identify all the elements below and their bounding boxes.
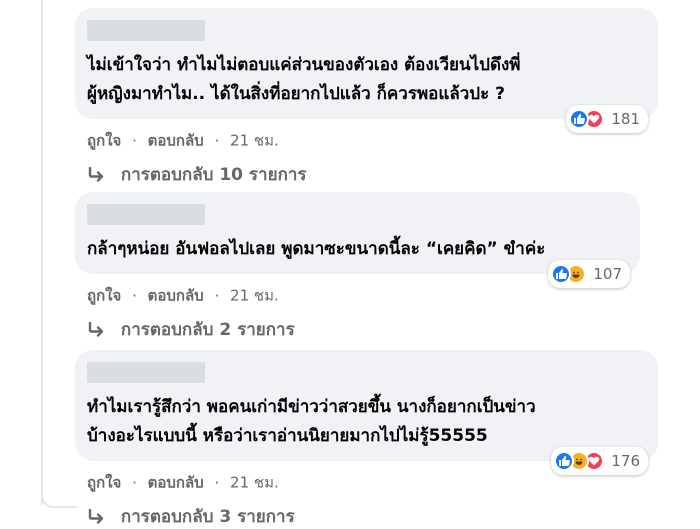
separator: · (214, 473, 220, 492)
view-replies-label: การตอบกลับ 10 รายการ (120, 165, 307, 185)
reaction-summary[interactable]: 107 (548, 260, 630, 288)
author-name-redacted[interactable] (87, 20, 205, 41)
comment-bubble: ทำไมเรารู้สึกว่า พอคนเก่ามีข่าวว่าสวยขึ้… (75, 350, 658, 475)
reply-arrow-icon (88, 322, 104, 337)
comment-3: ทำไมเรารู้สึกว่า พอคนเก่ามีข่าวว่าสวยขึ้… (75, 350, 665, 529)
view-replies-link[interactable]: การตอบกลับ 2 รายการ (75, 318, 665, 342)
comment-text: ไม่เข้าใจว่า ทำไมไม่ตอบแค่ส่วนของตัวเอง … (87, 55, 521, 104)
separator: · (132, 131, 137, 150)
comment-bubble: กล้าๆหน่อย อันฟอลไปเลย พูดมาซะขนาดนี้ละ … (75, 192, 640, 288)
timestamp[interactable]: 21 ชม. (230, 132, 279, 150)
reaction-count: 107 (593, 265, 622, 283)
separator: · (132, 286, 137, 305)
timestamp[interactable]: 21 ชม. (230, 474, 279, 492)
separator: · (214, 131, 220, 150)
reply-arrow-icon (88, 167, 104, 182)
reaction-count: 181 (611, 110, 640, 128)
thread-line (41, 0, 43, 505)
reaction-summary[interactable]: 181 (566, 105, 648, 133)
reply-button[interactable]: ตอบกลับ (148, 474, 204, 492)
view-replies-link[interactable]: การตอบกลับ 10 รายการ (75, 163, 665, 187)
comment-2: กล้าๆหน่อย อันฟอลไปเลย พูดมาซะขนาดนี้ละ … (75, 192, 665, 342)
reply-button[interactable]: ตอบกลับ (148, 287, 204, 305)
comment-text: ทำไมเรารู้สึกว่า พอคนเก่ามีข่าวว่าสวยขึ้… (87, 397, 536, 446)
like-button[interactable]: ถูกใจ (87, 132, 121, 150)
thread-hook (41, 490, 77, 508)
view-replies-label: การตอบกลับ 2 รายการ (120, 320, 295, 340)
view-replies-link[interactable]: การตอบกลับ 3 รายการ (75, 505, 665, 529)
reaction-summary[interactable]: 176 (551, 447, 648, 475)
comment-text: กล้าๆหน่อย อันฟอลไปเลย พูดมาซะขนาดนี้ละ … (87, 239, 546, 259)
reaction-count: 176 (611, 452, 640, 470)
reply-arrow-icon (88, 509, 104, 524)
timestamp[interactable]: 21 ชม. (230, 287, 279, 305)
view-replies-label: การตอบกลับ 3 รายการ (120, 507, 295, 527)
author-name-redacted[interactable] (87, 204, 205, 225)
separator: · (214, 286, 220, 305)
like-button[interactable]: ถูกใจ (87, 287, 121, 305)
reply-button[interactable]: ตอบกลับ (148, 132, 204, 150)
comment-1: ไม่เข้าใจว่า ทำไมไม่ตอบแค่ส่วนของตัวเอง … (75, 8, 665, 187)
comment-bubble: ไม่เข้าใจว่า ทำไมไม่ตอบแค่ส่วนของตัวเอง … (75, 8, 658, 133)
author-name-redacted[interactable] (87, 362, 205, 383)
separator: · (132, 473, 137, 492)
like-button[interactable]: ถูกใจ (87, 474, 121, 492)
